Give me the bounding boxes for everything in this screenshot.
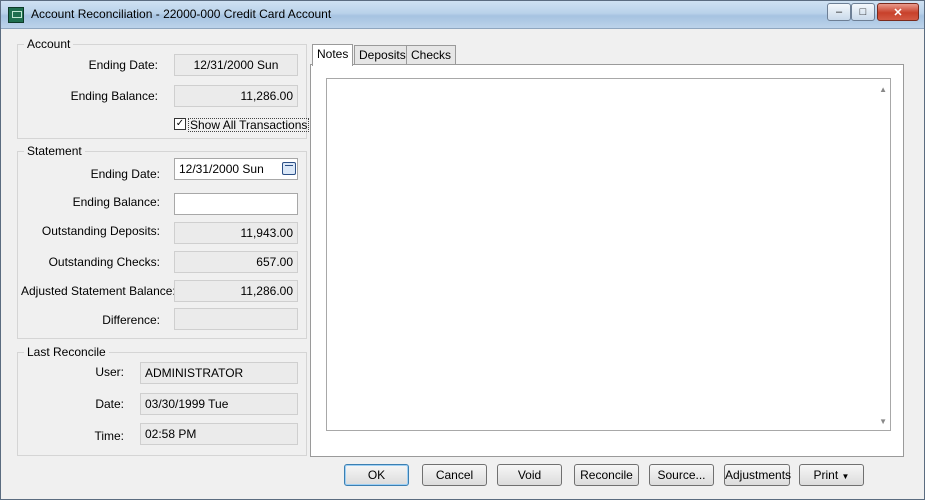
tab-deposits[interactable]: Deposits xyxy=(354,45,411,65)
adjustments-button[interactable]: Adjustments xyxy=(724,464,791,486)
last-reconcile-date-label: Date: xyxy=(95,397,124,411)
last-reconcile-group-label: Last Reconcile xyxy=(24,345,109,359)
account-ending-date-value: 12/31/2000 Sun xyxy=(174,54,298,76)
account-reconciliation-window: Account Reconciliation - 22000-000 Credi… xyxy=(0,0,925,500)
statement-ending-date-field[interactable]: 12/31/2000 Sun xyxy=(174,158,298,180)
dropdown-arrow-icon: ▼ xyxy=(841,472,850,481)
cancel-button[interactable]: Cancel xyxy=(422,464,487,486)
statement-ending-date-label: Ending Date: xyxy=(90,167,160,181)
tab-notes[interactable]: Notes xyxy=(312,44,354,66)
void-button[interactable]: Void xyxy=(497,464,562,486)
account-group-label: Account xyxy=(24,37,74,51)
outstanding-deposits-label: Outstanding Deposits: xyxy=(41,224,160,238)
calendar-icon[interactable] xyxy=(282,162,296,175)
notes-tab-panel: ▲ ▼ xyxy=(310,64,904,457)
close-button[interactable]: ✕ xyxy=(877,3,919,21)
maximize-button[interactable]: □ xyxy=(851,3,875,21)
window-title: Account Reconciliation - 22000-000 Credi… xyxy=(31,7,332,21)
scroll-down-icon[interactable]: ▼ xyxy=(879,417,887,426)
outstanding-checks-value: 657.00 xyxy=(174,251,298,273)
last-reconcile-user-label: User: xyxy=(95,365,124,379)
account-ending-balance-label: Ending Balance: xyxy=(70,89,158,103)
difference-value xyxy=(174,308,298,330)
adjusted-statement-balance-label: Adjusted Statement Balance: xyxy=(21,284,176,298)
ok-button[interactable]: OK xyxy=(344,464,409,486)
minimize-icon: ‒ xyxy=(835,6,843,18)
close-icon: ✕ xyxy=(893,6,903,19)
last-reconcile-time-value: 02:58 PM xyxy=(140,423,298,445)
maximize-icon: □ xyxy=(859,6,867,18)
app-icon xyxy=(8,7,24,23)
notes-textarea[interactable]: ▲ ▼ xyxy=(326,78,891,431)
minimize-button[interactable]: ‒ xyxy=(827,3,851,21)
outstanding-deposits-value: 11,943.00 xyxy=(174,222,298,244)
show-all-transactions-label[interactable]: Show All Transactions xyxy=(188,118,310,132)
print-button[interactable]: Print ▼ xyxy=(799,464,864,486)
statement-ending-balance-label: Ending Balance: xyxy=(72,195,160,209)
difference-label: Difference: xyxy=(102,313,160,327)
reconcile-button[interactable]: Reconcile xyxy=(574,464,639,486)
account-ending-date-label: Ending Date: xyxy=(88,58,158,72)
outstanding-checks-label: Outstanding Checks: xyxy=(48,255,160,269)
adjusted-statement-balance-value: 11,286.00 xyxy=(174,280,298,302)
tab-checks[interactable]: Checks xyxy=(406,45,457,65)
show-all-transactions-checkbox[interactable]: ✓ xyxy=(174,118,186,130)
account-ending-balance-value: 11,286.00 xyxy=(174,85,298,107)
last-reconcile-user-value: ADMINISTRATOR xyxy=(140,362,298,384)
statement-ending-balance-field[interactable] xyxy=(174,193,298,215)
print-button-label: Print xyxy=(813,468,839,482)
last-reconcile-time-label: Time: xyxy=(94,429,124,443)
source-button[interactable]: Source... xyxy=(649,464,714,486)
last-reconcile-date-value: 03/30/1999 Tue xyxy=(140,393,298,415)
statement-group-label: Statement xyxy=(24,144,85,158)
scroll-up-icon[interactable]: ▲ xyxy=(879,85,887,94)
title-bar[interactable]: Account Reconciliation - 22000-000 Credi… xyxy=(1,1,924,29)
